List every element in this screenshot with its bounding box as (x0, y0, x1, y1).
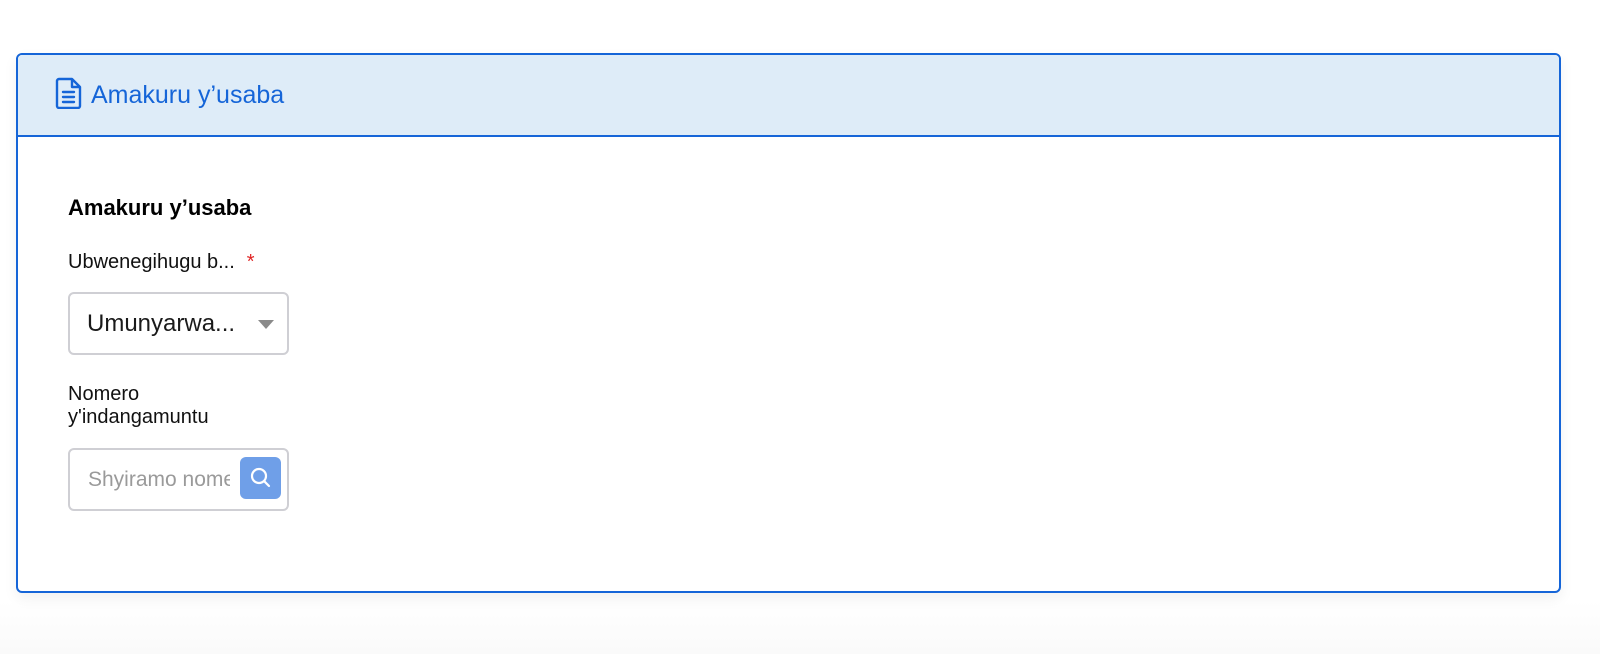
id-number-label-line2: y'indangamuntu (68, 406, 209, 428)
required-marker: * (246, 251, 255, 273)
applicant-info-card: Amakuru y’usaba Amakuru y’usaba Ubwenegi… (16, 53, 1561, 593)
document-icon (55, 77, 83, 110)
id-number-input[interactable] (88, 464, 230, 496)
nationality-select[interactable]: Umunyarwa... (68, 292, 289, 355)
id-search-button[interactable] (240, 457, 281, 499)
nationality-label: Ubwenegihugu b... * (68, 251, 255, 274)
id-number-field (68, 448, 289, 511)
section-title: Amakuru y’usaba (68, 195, 252, 220)
nationality-select-value: Umunyarwa... (87, 310, 236, 337)
nationality-label-text: Ubwenegihugu b... (68, 251, 235, 273)
card-header-title: Amakuru y’usaba (91, 81, 285, 109)
card-header: Amakuru y’usaba (18, 55, 1559, 137)
id-number-label: Nomero y'indangamuntu (68, 383, 268, 429)
search-icon (250, 467, 271, 488)
chevron-down-icon[interactable] (258, 320, 274, 329)
id-number-label-line1: Nomero (68, 383, 140, 405)
page-background-fade (0, 600, 1600, 654)
